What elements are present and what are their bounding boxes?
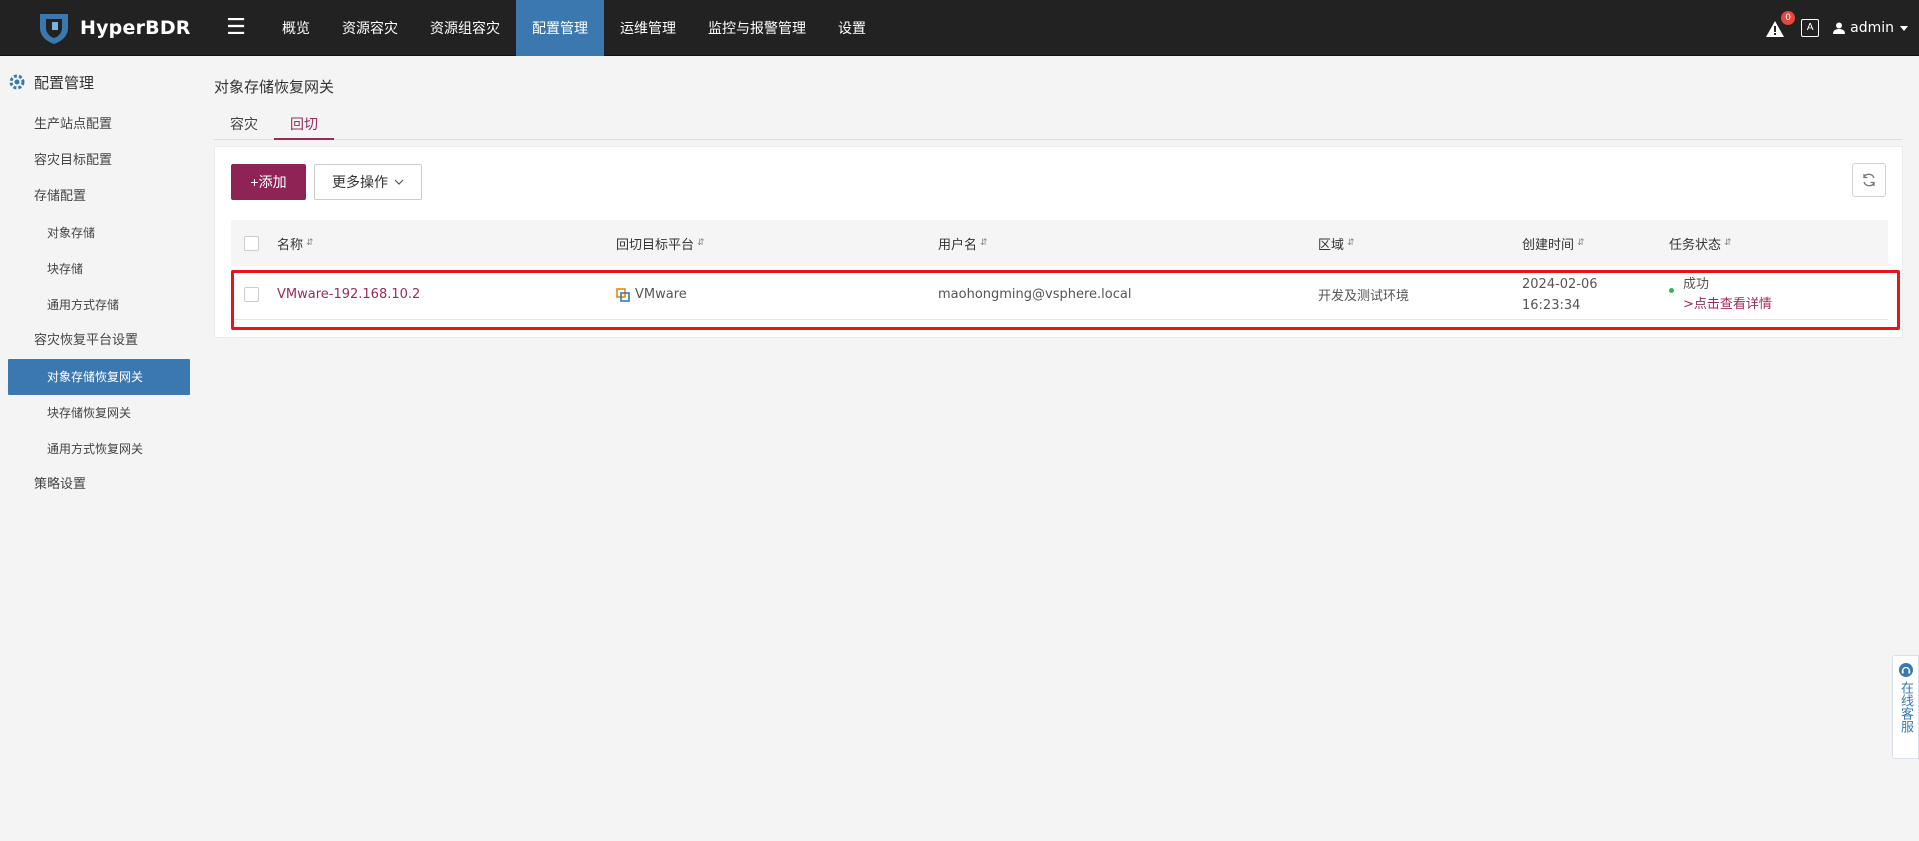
row-name-link[interactable]: VMware-192.168.10.2 [277, 287, 420, 302]
sidebar-header: 配置管理 [0, 57, 198, 107]
sidebar-title: 配置管理 [34, 73, 95, 92]
gateway-panel: +添加 更多操作 名称 ⇵ 回切目标平台 ⇵ 用户名 ⇵ 区域 ⇵ 创建时间 ⇵… [214, 146, 1903, 338]
col-platform-header[interactable]: 回切目标平台 ⇵ [616, 220, 705, 266]
row-select-cell [244, 270, 259, 319]
status-text: 成功 [1683, 276, 1710, 292]
row-region-cell: 开发及测试环境 [1318, 270, 1409, 319]
sidebar-item-object-storage[interactable]: 对象存储 [0, 215, 198, 251]
col-username-header[interactable]: 用户名 ⇵ [938, 220, 988, 266]
sort-icon: ⇵ [980, 238, 988, 248]
row-created-cell: 2024-02-06 16:23:34 [1522, 270, 1598, 319]
user-menu[interactable]: admin [1833, 20, 1909, 36]
user-icon [1833, 22, 1846, 34]
row-checkbox[interactable] [244, 287, 259, 302]
sidebar-item-production-site[interactable]: 生产站点配置 [0, 107, 198, 143]
col-name-header[interactable]: 名称 ⇵ [277, 220, 314, 266]
nav-resource-dr[interactable]: 资源容灾 [326, 0, 414, 56]
col-region-header[interactable]: 区域 ⇵ [1318, 220, 1355, 266]
view-details-link[interactable]: >点击查看详情 [1683, 295, 1772, 315]
status-line: 成功 [1669, 275, 1709, 295]
row-created-time: 16:23:34 [1522, 297, 1581, 313]
app-logo[interactable]: HyperBDR [36, 10, 196, 46]
online-support-button[interactable]: 在线客服 [1892, 655, 1919, 759]
username-label: admin [1850, 20, 1894, 36]
nav-resource-group-dr[interactable]: 资源组容灾 [414, 0, 516, 56]
sidebar-item-generic-gateway[interactable]: 通用方式恢复网关 [0, 431, 198, 467]
nav-ops-management[interactable]: 运维管理 [604, 0, 692, 56]
chevron-down-icon [394, 179, 404, 185]
col-status-label: 任务状态 [1669, 237, 1722, 253]
col-name-label: 名称 [277, 237, 304, 253]
sidebar-item-policy[interactable]: 策略设置 [0, 467, 198, 503]
more-actions-label: 更多操作 [332, 175, 388, 191]
col-created-header[interactable]: 创建时间 ⇵ [1522, 220, 1585, 266]
main-nav: 概览 资源容灾 资源组容灾 配置管理 运维管理 监控与报警管理 设置 [266, 0, 882, 56]
row-platform-cell: VMware [616, 270, 687, 319]
more-actions-button[interactable]: 更多操作 [314, 164, 422, 200]
col-region-label: 区域 [1318, 237, 1345, 253]
col-platform-label: 回切目标平台 [616, 237, 695, 253]
alerts-button[interactable]: 0 [1765, 11, 1796, 39]
sort-icon: ⇵ [1577, 238, 1585, 248]
table-row: VMware-192.168.10.2 VMware maohongming@v… [231, 270, 1888, 320]
col-status-header[interactable]: 任务状态 ⇵ [1669, 220, 1732, 266]
page-title: 对象存储恢复网关 [214, 78, 335, 96]
caret-down-icon [1900, 26, 1908, 31]
alert-count-badge: 0 [1781, 11, 1796, 25]
select-all-cell [244, 220, 259, 266]
sidebar-item-storage-config[interactable]: 存储配置 [0, 179, 198, 215]
app-name: HyperBDR [80, 16, 191, 39]
online-support-label: 在线客服 [1898, 681, 1913, 733]
sidebar-item-generic-storage[interactable]: 通用方式存储 [0, 287, 198, 323]
table-header: 名称 ⇵ 回切目标平台 ⇵ 用户名 ⇵ 区域 ⇵ 创建时间 ⇵ 任务状态 ⇵ [231, 220, 1888, 266]
sidebar-item-object-gateway[interactable]: 对象存储恢复网关 [8, 359, 190, 395]
sidebar-item-dr-target[interactable]: 容灾目标配置 [0, 143, 198, 179]
headset-icon [1898, 663, 1913, 677]
row-status-cell: 成功 >点击查看详情 [1669, 270, 1772, 319]
sort-icon: ⇵ [697, 238, 705, 248]
refresh-icon [1863, 173, 1875, 187]
select-all-checkbox[interactable] [244, 235, 259, 251]
sort-icon: ⇵ [1347, 238, 1355, 248]
col-created-label: 创建时间 [1522, 237, 1575, 253]
sidebar-item-block-gateway[interactable]: 块存储恢复网关 [0, 395, 198, 431]
nav-config-management[interactable]: 配置管理 [516, 0, 604, 56]
row-username: maohongming@vsphere.local [938, 287, 1132, 302]
sidebar-item-dr-platform[interactable]: 容灾恢复平台设置 [0, 323, 198, 359]
nav-settings[interactable]: 设置 [822, 0, 882, 56]
vmware-icon [616, 287, 630, 302]
row-created-date: 2024-02-06 [1522, 276, 1598, 292]
status-dot-icon [1669, 288, 1674, 293]
add-button[interactable]: +添加 [231, 164, 306, 200]
col-username-label: 用户名 [938, 237, 978, 253]
nav-monitoring-alerts[interactable]: 监控与报警管理 [692, 0, 822, 56]
menu-toggle-icon[interactable]: ☰ [216, 15, 256, 40]
tab-dr[interactable]: 容灾 [214, 110, 274, 140]
gear-icon [9, 74, 25, 90]
row-region: 开发及测试环境 [1318, 289, 1410, 304]
top-navbar: HyperBDR ☰ 概览 资源容灾 资源组容灾 配置管理 运维管理 监控与报警… [0, 0, 1919, 56]
row-username-cell: maohongming@vsphere.local [938, 270, 1131, 319]
sort-icon: ⇵ [1724, 238, 1732, 248]
logo-shield-icon [40, 13, 68, 44]
sidebar-item-block-storage[interactable]: 块存储 [0, 251, 198, 287]
refresh-button[interactable] [1852, 163, 1886, 197]
language-icon[interactable]: A [1801, 19, 1820, 37]
sidebar: 配置管理 生产站点配置 容灾目标配置 存储配置 对象存储 块存储 通用方式存储 … [0, 57, 198, 841]
sort-icon: ⇵ [306, 238, 314, 248]
row-name-cell: VMware-192.168.10.2 [277, 270, 420, 319]
row-platform-label: VMware [635, 287, 687, 302]
nav-overview[interactable]: 概览 [266, 0, 326, 56]
tab-failback[interactable]: 回切 [274, 110, 334, 140]
tab-bar: 容灾 回切 [214, 110, 1902, 140]
